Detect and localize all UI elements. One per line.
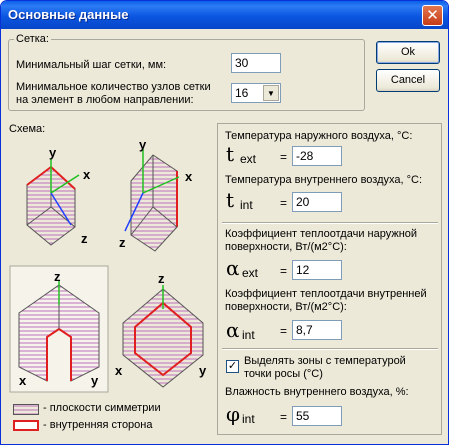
a-ext-label-2: поверхности, Вт/(м2°C): bbox=[225, 241, 347, 253]
scheme-1-axis-y: y bbox=[49, 145, 57, 160]
scheme-4-axis-y: y bbox=[199, 363, 207, 378]
scheme-thumb-1[interactable]: y x z bbox=[9, 137, 109, 255]
grid-nodes-label-2: на элемент в любом направлении: bbox=[16, 94, 194, 106]
scheme-thumb-3-selected[interactable]: z x y bbox=[9, 265, 109, 393]
scheme-3-axis-x: x bbox=[19, 373, 27, 388]
params-separator-2 bbox=[222, 348, 438, 350]
symmetry-swatch-icon bbox=[13, 404, 39, 415]
a-int-label-1: Коэффициент теплоотдачи внутренней bbox=[225, 288, 427, 300]
t-ext-eq: = bbox=[280, 150, 288, 164]
scheme-thumb-4[interactable]: z x y bbox=[113, 265, 213, 393]
params-separator-1 bbox=[222, 222, 438, 224]
scheme-2-axis-y: y bbox=[139, 137, 147, 152]
phi-input[interactable]: 55 bbox=[292, 406, 342, 426]
a-int-input[interactable]: 8,7 bbox=[292, 320, 342, 340]
a-int-label-2: поверхности, Вт/(м2°C): bbox=[225, 301, 347, 313]
scheme-3-axis-y: y bbox=[91, 373, 99, 388]
grid-nodes-label-1: Минимальное количество узлов сетки bbox=[16, 81, 211, 93]
title-bar: Основные данные ✕ bbox=[1, 1, 448, 29]
a-int-symbol: α bbox=[226, 318, 240, 342]
close-button[interactable]: ✕ bbox=[422, 5, 443, 26]
phi-eq: = bbox=[280, 410, 288, 424]
params-panel: Температура наружного воздуха, °C: t ext… bbox=[217, 123, 442, 435]
a-int-sub: int bbox=[242, 328, 255, 342]
grid-step-input[interactable]: 30 bbox=[231, 53, 281, 73]
inner-side-swatch-icon bbox=[13, 420, 39, 431]
scheme-1-axis-x: x bbox=[83, 167, 91, 182]
legend-inner-label: - внутренняя сторона bbox=[43, 419, 153, 431]
phi-sub: int bbox=[242, 412, 255, 426]
scheme-2-axis-z: z bbox=[119, 235, 126, 250]
grid-nodes-value: 16 bbox=[235, 86, 249, 100]
phi-symbol: φ bbox=[226, 402, 241, 426]
dew-point-checkbox[interactable]: ✓ bbox=[226, 360, 239, 373]
t-int-label: Температура внутреннего воздуха, °C: bbox=[225, 174, 423, 186]
a-ext-symbol: α bbox=[226, 256, 240, 280]
scheme-legend: Схема: bbox=[9, 123, 46, 135]
scheme-3-axis-z: z bbox=[54, 269, 61, 284]
a-int-eq: = bbox=[280, 324, 288, 338]
t-ext-label: Температура наружного воздуха, °C: bbox=[225, 130, 413, 142]
t-ext-input[interactable]: -28 bbox=[292, 146, 342, 166]
scheme-thumb-2[interactable]: y x z bbox=[113, 137, 213, 255]
t-int-sub: int bbox=[240, 198, 253, 212]
scheme-2-axis-x: x bbox=[185, 169, 193, 184]
humidity-label: Влажность внутреннего воздуха, %: bbox=[225, 386, 409, 398]
grid-legend: Сетка: bbox=[14, 33, 51, 45]
t-int-eq: = bbox=[280, 196, 288, 210]
t-int-input[interactable]: 20 bbox=[292, 192, 342, 212]
a-ext-sub: ext bbox=[242, 266, 259, 280]
dialog-window: Основные данные ✕ Сетка: Минимальный шаг… bbox=[0, 0, 449, 445]
t-ext-sub: ext bbox=[240, 152, 257, 166]
dew-label-2: точки росы (°C) bbox=[244, 368, 323, 380]
window-title: Основные данные bbox=[8, 7, 129, 22]
grid-step-label: Минимальный шаг сетки, мм: bbox=[16, 59, 167, 71]
a-ext-eq: = bbox=[280, 264, 288, 278]
chevron-down-icon[interactable]: ▼ bbox=[263, 85, 279, 101]
grid-nodes-select[interactable]: 16 ▼ bbox=[231, 83, 281, 103]
ok-button[interactable]: Ok bbox=[376, 41, 440, 64]
scheme-1-axis-z: z bbox=[81, 231, 88, 246]
scheme-4-axis-z: z bbox=[158, 271, 165, 286]
dew-label-1: Выделять зоны с температурой bbox=[244, 355, 406, 367]
scheme-4-axis-x: x bbox=[115, 363, 123, 378]
a-ext-label-1: Коэффициент теплоотдачи наружной bbox=[225, 228, 418, 240]
t-ext-symbol: t bbox=[226, 142, 235, 166]
t-int-symbol: t bbox=[226, 188, 235, 212]
legend-symmetry-label: - плоскости симметрии bbox=[43, 402, 161, 414]
a-ext-input[interactable]: 12 bbox=[292, 260, 342, 280]
cancel-button[interactable]: Cancel bbox=[376, 69, 440, 92]
